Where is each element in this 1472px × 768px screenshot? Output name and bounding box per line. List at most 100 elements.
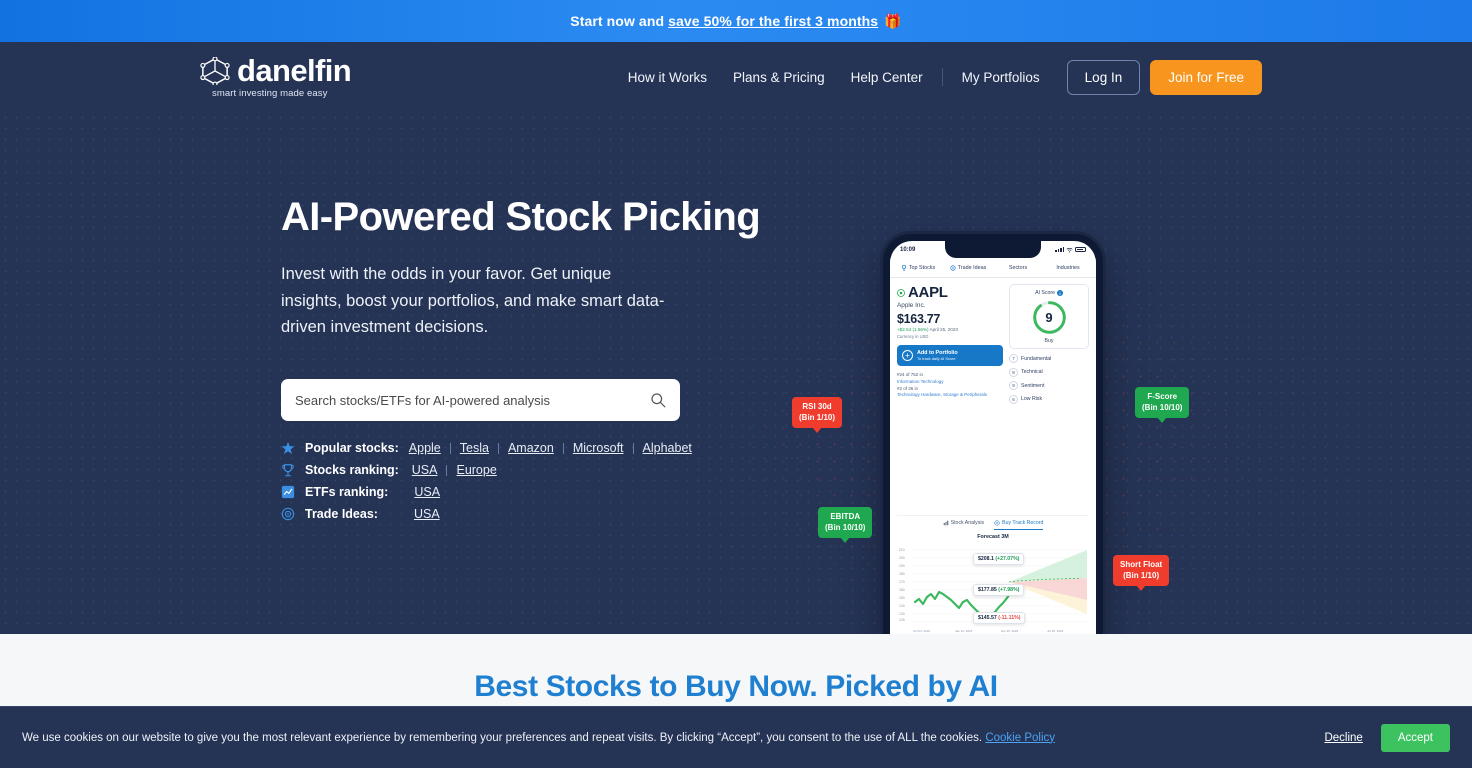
stock-company-name: Apple Inc. <box>897 302 926 309</box>
battery-icon <box>1075 246 1086 253</box>
phone-body: AAPL Apple Inc. $163.77 +$2.54 (1.56%) A… <box>890 278 1096 510</box>
pillar-label: Sentiment <box>1021 382 1045 389</box>
add-button-subtitle: To track daily AI Score <box>917 356 956 361</box>
badge-ebitda-line2: (Bin 10/10) <box>825 522 866 532</box>
target-icon <box>281 507 295 521</box>
forecast-callout-high: $208.1 (+27.07%) <box>973 552 1025 565</box>
pillar-value: 7 <box>1009 354 1019 363</box>
search-input[interactable] <box>295 392 650 408</box>
badge-short-float: Short Float (Bin 1/10) <box>1113 555 1170 587</box>
nav-item-how-it-works[interactable]: How it Works <box>615 62 720 93</box>
ai-score-panel: AI Score i 9 Buy 7 Fundamental 8 Technic… <box>1009 284 1089 510</box>
gift-icon: 🎁 <box>884 12 902 29</box>
svg-text:Oct 03, 2022: Oct 03, 2022 <box>913 629 931 633</box>
pillar-value: 6 <box>1009 394 1019 404</box>
quick-link-stocks-usa[interactable]: USA <box>412 463 447 477</box>
quick-label-popular-stocks: Popular stocks: <box>305 441 399 456</box>
phone-tab-trade-ideas[interactable]: Trade Ideas <box>944 262 992 274</box>
trophy-icon <box>901 265 906 271</box>
svg-text:170: 170 <box>899 580 905 584</box>
hero-subtitle: Invest with the odds in your favor. Get … <box>281 265 665 337</box>
add-to-portfolio-button[interactable]: + Add to Portfolio To track daily AI Sco… <box>897 345 1004 366</box>
accept-button[interactable]: Accept <box>1380 723 1450 752</box>
phone-tab-top-stocks[interactable]: Top Stocks <box>894 262 942 274</box>
main-nav: How it Works Plans & Pricing Help Center… <box>615 59 1262 95</box>
quick-link-apple[interactable]: Apple <box>409 441 450 455</box>
badge-fscore-line2: (Bin 10/10) <box>1142 402 1183 412</box>
svg-text:210: 210 <box>899 548 905 552</box>
badge-fscore: F-Score (Bin 10/10) <box>1135 387 1190 419</box>
ai-score-ring: 9 <box>1031 299 1068 336</box>
pillar-label: Technical <box>1021 369 1043 375</box>
stock-price: $163.77 <box>897 312 941 326</box>
quick-link-stocks-europe[interactable]: Europe <box>447 463 505 477</box>
chart-tab-stock-analysis[interactable]: Stock Analysis <box>943 520 984 530</box>
promo-deal-link[interactable]: save 50% for the first 3 months <box>668 13 878 29</box>
stock-change-date: April 25, 2023 <box>929 327 958 332</box>
login-button[interactable]: Log In <box>1066 59 1141 95</box>
logo[interactable]: danelfin smart investing made easy <box>200 53 352 99</box>
search-box[interactable] <box>281 379 680 422</box>
join-for-free-button[interactable]: Join for Free <box>1150 59 1262 95</box>
pillar-value: 9 <box>1009 381 1019 390</box>
pillar-fundamental: 7 Fundamental <box>1009 354 1089 363</box>
badge-short-float-line2: (Bin 1/10) <box>1123 570 1160 580</box>
phone-tab-label: Industries <box>1056 265 1080 271</box>
badge-short-float-line1: Short Float <box>1120 560 1163 569</box>
logo-tagline: smart investing made easy <box>212 88 328 99</box>
ai-score-card: AI Score i 9 Buy <box>1009 284 1089 349</box>
stock-summary: AAPL Apple Inc. $163.77 +$2.54 (1.56%) A… <box>897 284 1004 510</box>
badge-rsi-line1: RSI 30d <box>802 402 832 411</box>
callout-price: $145.57 <box>978 614 997 621</box>
quick-link-amazon[interactable]: Amazon <box>499 441 563 455</box>
nav-item-help-center[interactable]: Help Center <box>838 62 936 93</box>
page-title: AI-Powered Stock Picking <box>281 195 761 239</box>
info-icon[interactable]: i <box>1056 290 1063 296</box>
phone-tab-label: Sectors <box>1008 265 1028 271</box>
danelfin-logo-icon <box>200 56 230 85</box>
chart-tab-label: Stock Analysis <box>950 520 985 526</box>
quick-link-microsoft[interactable]: Microsoft <box>564 441 633 455</box>
plus-icon: + <box>902 350 913 361</box>
phone-screen: 10:09 Top Stocks Trade Ideas Sectors Ind… <box>890 241 1096 634</box>
rank-link-1[interactable]: Information Technology <box>897 379 1003 386</box>
ai-score-value: 9 <box>1045 310 1053 325</box>
svg-text:160: 160 <box>899 588 905 592</box>
nav-item-plans-pricing[interactable]: Plans & Pricing <box>720 62 838 93</box>
phone-chart-section: Stock Analysis Buy Track Record Forecast… <box>897 514 1089 635</box>
nav-item-my-portfolios[interactable]: My Portfolios <box>949 62 1053 93</box>
stock-change: +$2.54 (1.56%) April 25, 2023 <box>897 327 1003 332</box>
quick-link-etfs-usa[interactable]: USA <box>414 485 449 499</box>
quick-link-tesla[interactable]: Tesla <box>451 441 498 455</box>
phone-mockup: 10:09 Top Stocks Trade Ideas Sectors Ind… <box>883 234 1103 634</box>
decline-button[interactable]: Decline <box>1324 732 1362 744</box>
phone-tab-sectors[interactable]: Sectors <box>994 262 1042 274</box>
promo-banner[interactable]: Start now and save 50% for the first 3 m… <box>0 0 1472 42</box>
svg-text:150: 150 <box>899 596 905 600</box>
status-time: 10:09 <box>900 246 916 253</box>
promo-lead: Start now and <box>570 13 665 29</box>
quick-link-alphabet[interactable]: Alphabet <box>634 441 701 455</box>
quick-links: Popular stocks: Apple Tesla Amazon Micro… <box>281 441 1472 521</box>
badge-rsi: RSI 30d (Bin 1/10) <box>792 397 843 429</box>
cookie-policy-link[interactable]: Cookie Policy <box>985 732 1055 744</box>
search-icon[interactable] <box>650 392 666 408</box>
ai-score-pillars: 7 Fundamental 8 Technical 9 Sentiment 6 … <box>1009 354 1089 404</box>
callout-price: $177.85 <box>978 586 997 593</box>
badge-fscore-line1: F-Score <box>1147 392 1178 401</box>
chart-tab-buy-track-record[interactable]: Buy Track Record <box>994 520 1044 530</box>
rank-link-2[interactable]: Technology Hardware, Storage & Periphera… <box>897 392 1003 399</box>
forecast-callout-mid: $177.85 (+7.98%) <box>973 583 1025 596</box>
callout-pct: (+27.07%) <box>995 555 1020 562</box>
phone-tab-label: Top Stocks <box>908 265 936 271</box>
quick-link-trade-ideas-usa[interactable]: USA <box>414 507 449 521</box>
ai-score-title: AI Score <box>1035 290 1055 296</box>
logo-wordmark: danelfin <box>237 53 352 88</box>
wifi-icon <box>1066 247 1073 253</box>
phone-tab-industries[interactable]: Industries <box>1044 262 1092 274</box>
svg-text:190: 190 <box>899 564 905 568</box>
pillar-label: Low Risk <box>1021 396 1043 402</box>
svg-text:180: 180 <box>899 572 905 576</box>
hero-section: AI-Powered Stock Picking Invest with the… <box>0 112 1472 634</box>
target-icon <box>950 265 956 271</box>
